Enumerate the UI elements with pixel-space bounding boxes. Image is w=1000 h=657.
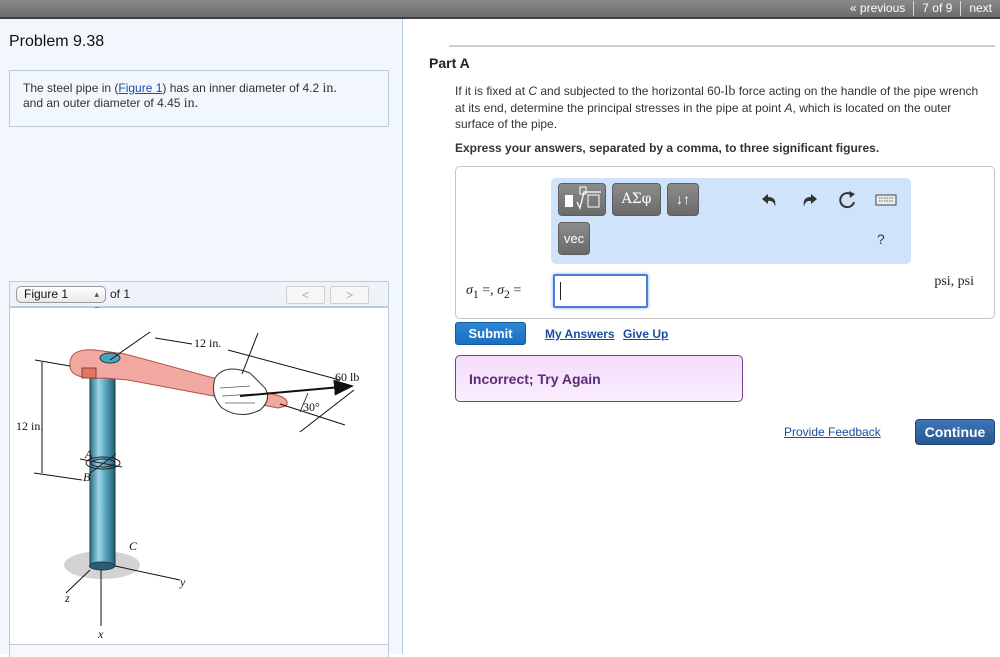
templates-button[interactable]	[558, 183, 606, 216]
assignment-nav: « previous 7 of 9 next	[842, 0, 1000, 17]
unit-text: in.	[183, 96, 199, 111]
dim-line	[154, 337, 193, 345]
question-point: C	[528, 84, 538, 98]
top-bar: « previous 7 of 9 next	[0, 0, 1000, 19]
problem-pane: Problem 9.38 The steel pipe in (Figure 1…	[0, 19, 403, 657]
text-caret	[560, 282, 561, 300]
part-pane: Part A If it is fixed at C and subjected…	[404, 19, 1000, 654]
question-text: If it is fixed at C and subjected to the…	[455, 83, 990, 132]
sigma-symbol: σ	[466, 283, 473, 298]
label-A: A	[84, 447, 93, 461]
figure-select[interactable]: Figure 1 ▴▾	[16, 286, 106, 314]
redo-icon[interactable]	[798, 190, 820, 210]
submit-button[interactable]: Submit	[455, 322, 526, 345]
label-y: y	[179, 575, 186, 589]
help-icon[interactable]: ?	[877, 231, 885, 247]
equals-text: =,	[478, 283, 498, 298]
figure-next-button[interactable]: >	[330, 286, 369, 304]
pipe-base	[89, 561, 115, 571]
chevron-left-icon: <	[301, 288, 309, 302]
figure-toolbar: Figure 1 ▴▾ of 1 < >	[9, 281, 389, 314]
units-label: psi, psi	[934, 274, 974, 289]
question-fragment: and subjected to the horizontal 60-	[537, 84, 725, 98]
reset-icon[interactable]	[837, 190, 859, 210]
templates-icon	[565, 186, 601, 210]
vector-button[interactable]: vec	[558, 222, 590, 255]
hand	[213, 368, 269, 415]
feedback-message: Incorrect; Try Again	[469, 371, 601, 387]
math-toolbar: ΑΣφ ↓↑ vec ?	[551, 178, 911, 264]
previous-link[interactable]: « previous	[850, 1, 905, 15]
answer-input[interactable]	[553, 274, 648, 308]
label-C: C	[129, 539, 138, 553]
problem-text: ) has an inner diameter of 4.2	[162, 81, 323, 95]
my-answers-link[interactable]: My Answers	[545, 327, 615, 341]
label-angle: 30°	[303, 400, 320, 414]
dim-ext-line	[241, 332, 259, 375]
chevron-right-icon: >	[345, 288, 353, 302]
wrench-jaw	[81, 367, 97, 379]
greek-symbols-button[interactable]: ΑΣφ	[612, 183, 661, 216]
dim-ext-line	[33, 472, 83, 481]
unit-text: lb	[724, 84, 736, 99]
figure-viewer: 12 in. 60 lb 30° 12 in. A B C y z x	[9, 308, 389, 645]
problem-title: Problem 9.38	[9, 33, 105, 50]
undo-icon[interactable]	[759, 190, 781, 210]
question-point: A	[784, 101, 793, 115]
divider	[449, 45, 995, 47]
answer-box: ΑΣφ ↓↑ vec ? σ1 =, σ2 = psi, psi	[455, 166, 995, 319]
part-title: Part A	[429, 55, 470, 71]
figure-link[interactable]: Figure 1	[118, 81, 162, 95]
item-position: 7 of 9	[922, 1, 953, 15]
question-fragment: If it is fixed at	[455, 84, 529, 98]
label-x: x	[97, 627, 104, 641]
feedback-box: Incorrect; Try Again	[455, 355, 743, 402]
provide-feedback-link[interactable]: Provide Feedback	[784, 425, 881, 439]
figure-footer	[9, 645, 389, 657]
pipe-wrench-figure: 12 in. 60 lb 30° 12 in. A B C y z x	[16, 331, 359, 641]
instruction-text: Express your answers, separated by a com…	[455, 141, 880, 155]
answer-label: σ1 =, σ2 =	[466, 283, 521, 301]
problem-text: The steel pipe in (	[23, 81, 119, 95]
figure-select-value: Figure 1	[24, 287, 69, 301]
problem-text: and an outer diameter of 4.45	[23, 96, 184, 110]
label-height: 12 in.	[16, 419, 43, 433]
subscript-superscript-button[interactable]: ↓↑	[667, 183, 699, 216]
give-up-link[interactable]: Give Up	[623, 327, 668, 341]
figure-count: of 1	[110, 287, 131, 301]
sigma-symbol: σ	[497, 283, 505, 298]
label-z: z	[64, 591, 70, 605]
label-handle-length: 12 in.	[194, 336, 221, 350]
unit-text: in.	[322, 81, 337, 96]
problem-statement: The steel pipe in (Figure 1) has an inne…	[9, 70, 389, 127]
next-link[interactable]: next	[969, 1, 992, 15]
figure-prev-button[interactable]: <	[286, 286, 325, 304]
label-B: B	[83, 470, 91, 484]
continue-button[interactable]: Continue	[915, 419, 995, 445]
equals-text: =	[509, 283, 522, 298]
label-force: 60 lb	[335, 370, 359, 384]
dim-ext-line	[34, 359, 71, 367]
keyboard-icon[interactable]	[875, 190, 897, 210]
